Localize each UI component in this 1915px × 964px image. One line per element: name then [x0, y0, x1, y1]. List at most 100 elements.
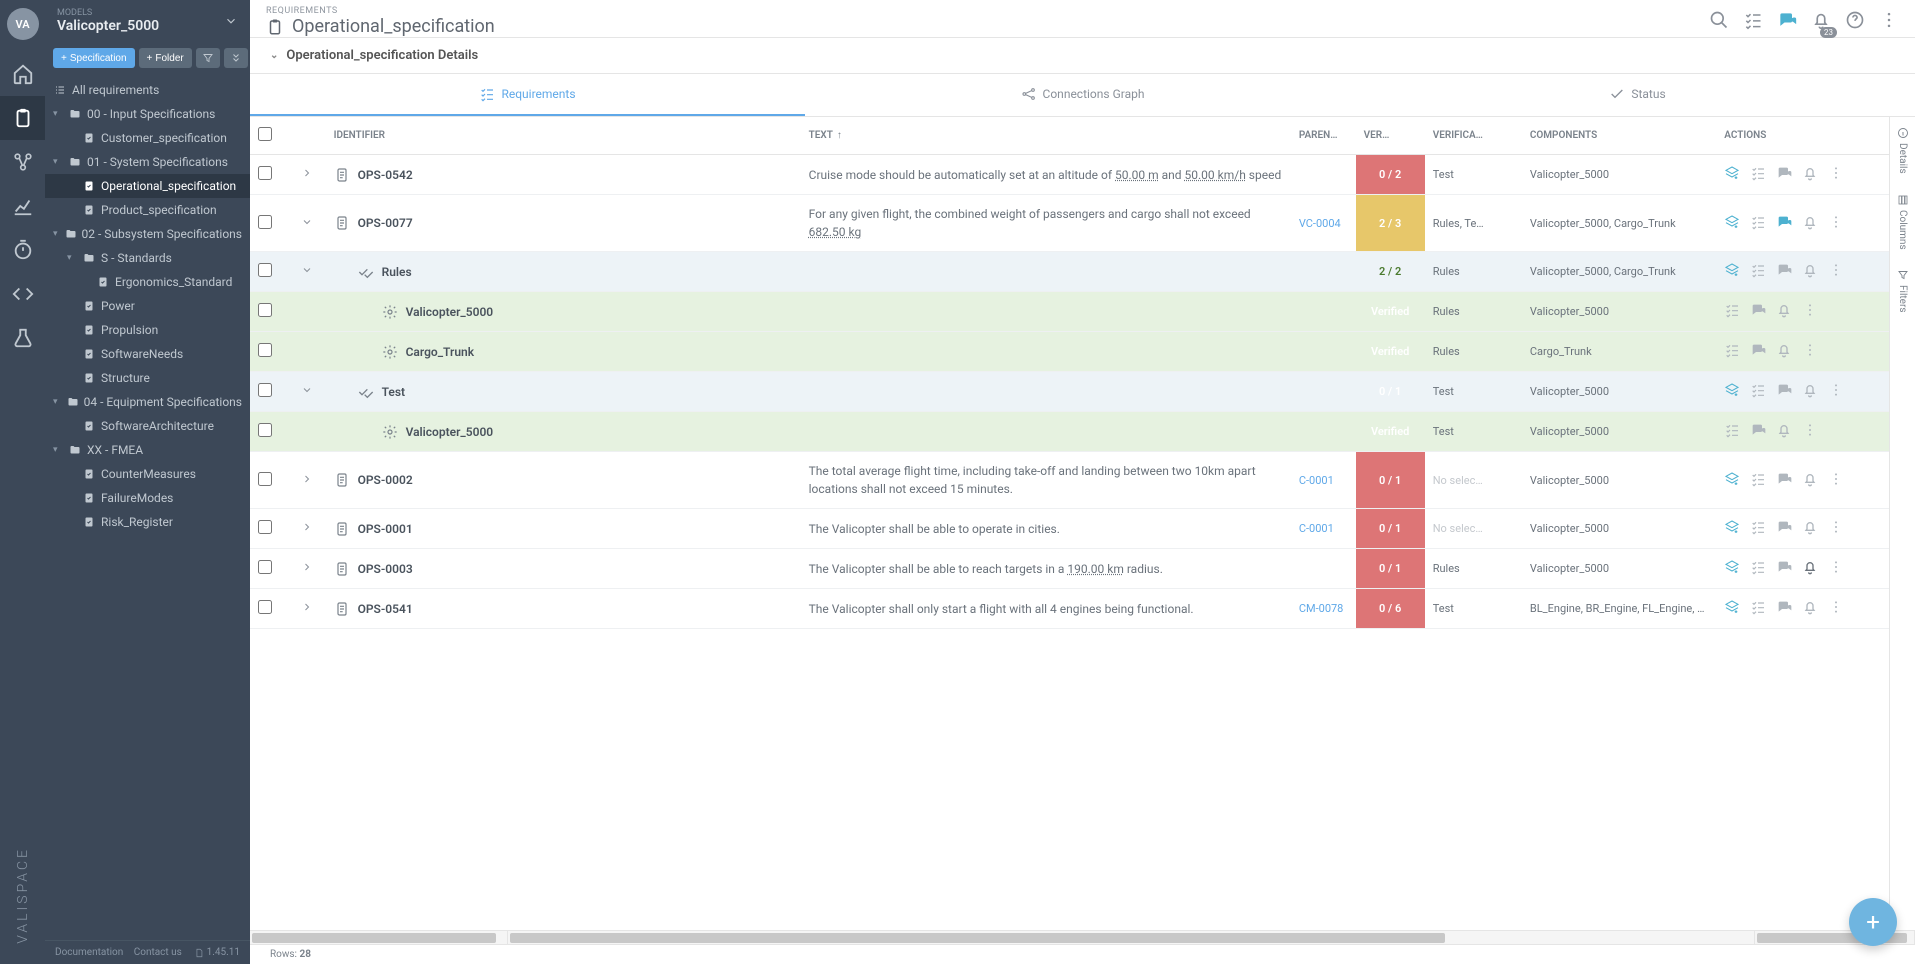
list-action-icon[interactable]: [1750, 559, 1766, 578]
chat-action-icon[interactable]: [1750, 422, 1766, 441]
tree-item[interactable]: Ergonomics_Standard: [45, 270, 250, 294]
col-method[interactable]: Verifica…: [1425, 117, 1522, 155]
contact-link[interactable]: Contact us: [134, 947, 182, 958]
tree-item[interactable]: Customer_specification: [45, 126, 250, 150]
table-row[interactable]: OPS-0002 The total average flight time, …: [250, 452, 1889, 509]
tab-connections[interactable]: Connections Graph: [805, 74, 1360, 116]
add-folder-button[interactable]: + Folder: [139, 48, 192, 68]
avatar[interactable]: VA: [7, 8, 39, 40]
select-all-checkbox[interactable]: [258, 127, 272, 141]
row-checkbox[interactable]: [258, 303, 272, 317]
row-more-icon[interactable]: [1828, 599, 1844, 618]
expand-icon[interactable]: [301, 216, 313, 228]
layers-add-icon[interactable]: [1724, 559, 1740, 578]
nav-test-icon[interactable]: [0, 316, 45, 360]
rail-details[interactable]: Details: [1897, 127, 1909, 174]
tree-item[interactable]: ▾02 - Subsystem Specifications: [45, 222, 250, 246]
list-action-icon[interactable]: [1750, 165, 1766, 184]
filter-button[interactable]: [196, 48, 220, 68]
documentation-link[interactable]: Documentation: [55, 947, 123, 958]
row-checkbox[interactable]: [258, 423, 272, 437]
row-checkbox[interactable]: [258, 343, 272, 357]
expand-icon[interactable]: [301, 384, 313, 396]
list-action-icon[interactable]: [1750, 214, 1766, 233]
table-row[interactable]: OPS-0001 The Valicopter shall be able to…: [250, 509, 1889, 549]
layers-add-icon[interactable]: [1724, 471, 1740, 490]
col-parent[interactable]: Paren…: [1291, 117, 1356, 155]
parent-cell[interactable]: C-0001: [1291, 452, 1356, 509]
chat-action-icon[interactable]: [1776, 214, 1792, 233]
layers-add-icon[interactable]: [1724, 519, 1740, 538]
col-verification[interactable]: Ver…: [1356, 117, 1425, 155]
nav-analysis-icon[interactable]: [0, 184, 45, 228]
search-icon[interactable]: [1709, 10, 1729, 34]
tab-status[interactable]: Status: [1360, 74, 1915, 116]
chat-action-icon[interactable]: [1750, 302, 1766, 321]
col-identifier[interactable]: Identifier: [326, 117, 801, 155]
table-row[interactable]: Cargo_Trunk Verified Rules Cargo_Trunk: [250, 332, 1889, 372]
list-action-icon[interactable]: [1750, 599, 1766, 618]
chat-icon[interactable]: [1777, 10, 1797, 34]
tree-item[interactable]: Propulsion: [45, 318, 250, 342]
tree-item[interactable]: Structure: [45, 366, 250, 390]
row-more-icon[interactable]: [1828, 471, 1844, 490]
table-row[interactable]: OPS-0003 The Valicopter shall be able to…: [250, 549, 1889, 589]
tree-item[interactable]: ▾04 - Equipment Specifications: [45, 390, 250, 414]
tasks-icon[interactable]: [1743, 10, 1763, 34]
tree-item[interactable]: SoftwareNeeds: [45, 342, 250, 366]
chat-action-icon[interactable]: [1776, 262, 1792, 281]
tree-item[interactable]: SoftwareArchitecture: [45, 414, 250, 438]
bell-action-icon[interactable]: [1776, 342, 1792, 361]
tree-item[interactable]: Risk_Register: [45, 510, 250, 534]
tree-item[interactable]: ▾S - Standards: [45, 246, 250, 270]
horizontal-scrollbars[interactable]: [250, 930, 1915, 944]
bell-action-icon[interactable]: [1802, 382, 1818, 401]
row-more-icon[interactable]: [1828, 382, 1844, 401]
collapse-icon[interactable]: [301, 601, 313, 613]
tree-item[interactable]: ▾XX - FMEA: [45, 438, 250, 462]
bell-action-icon[interactable]: [1776, 302, 1792, 321]
row-more-icon[interactable]: [1828, 214, 1844, 233]
bell-action-icon[interactable]: [1802, 471, 1818, 490]
table-row[interactable]: OPS-0541 The Valicopter shall only start…: [250, 589, 1889, 629]
tree-item[interactable]: FailureModes: [45, 486, 250, 510]
layers-add-icon[interactable]: [1724, 382, 1740, 401]
collapse-icon[interactable]: [301, 561, 313, 573]
layers-add-icon[interactable]: [1724, 599, 1740, 618]
nav-code-icon[interactable]: [0, 272, 45, 316]
details-toggle[interactable]: ⌄ Operational_specification Details: [250, 38, 1915, 74]
list-action-icon[interactable]: [1724, 422, 1740, 441]
row-checkbox[interactable]: [258, 600, 272, 614]
row-more-icon[interactable]: [1828, 519, 1844, 538]
expand-all-button[interactable]: [224, 48, 248, 68]
add-fab-button[interactable]: +: [1849, 898, 1897, 946]
row-checkbox[interactable]: [258, 166, 272, 180]
nav-modules-icon[interactable]: [0, 140, 45, 184]
tree-item[interactable]: Power: [45, 294, 250, 318]
bell-action-icon[interactable]: [1776, 422, 1792, 441]
chat-action-icon[interactable]: [1776, 559, 1792, 578]
collapse-icon[interactable]: [301, 521, 313, 533]
row-checkbox[interactable]: [258, 215, 272, 229]
nav-timer-icon[interactable]: [0, 228, 45, 272]
chat-action-icon[interactable]: [1776, 519, 1792, 538]
row-more-icon[interactable]: [1828, 165, 1844, 184]
tab-requirements[interactable]: Requirements: [250, 74, 805, 116]
chat-action-icon[interactable]: [1776, 599, 1792, 618]
list-action-icon[interactable]: [1724, 342, 1740, 361]
table-row[interactable]: OPS-0077 For any given flight, the combi…: [250, 195, 1889, 252]
layers-add-icon[interactable]: [1724, 262, 1740, 281]
tree-item[interactable]: ▾00 - Input Specifications: [45, 102, 250, 126]
bell-action-icon[interactable]: [1802, 519, 1818, 538]
row-more-icon[interactable]: [1828, 262, 1844, 281]
row-checkbox[interactable]: [258, 520, 272, 534]
bell-action-icon[interactable]: [1802, 599, 1818, 618]
nav-home-icon[interactable]: [0, 52, 45, 96]
layers-add-icon[interactable]: [1724, 214, 1740, 233]
rail-columns[interactable]: Columns: [1897, 194, 1909, 250]
collapse-icon[interactable]: [301, 167, 313, 179]
nav-requirements-icon[interactable]: [0, 96, 45, 140]
notifications-icon[interactable]: 23: [1811, 10, 1831, 34]
row-checkbox[interactable]: [258, 263, 272, 277]
col-text[interactable]: Text↑: [801, 117, 1291, 155]
